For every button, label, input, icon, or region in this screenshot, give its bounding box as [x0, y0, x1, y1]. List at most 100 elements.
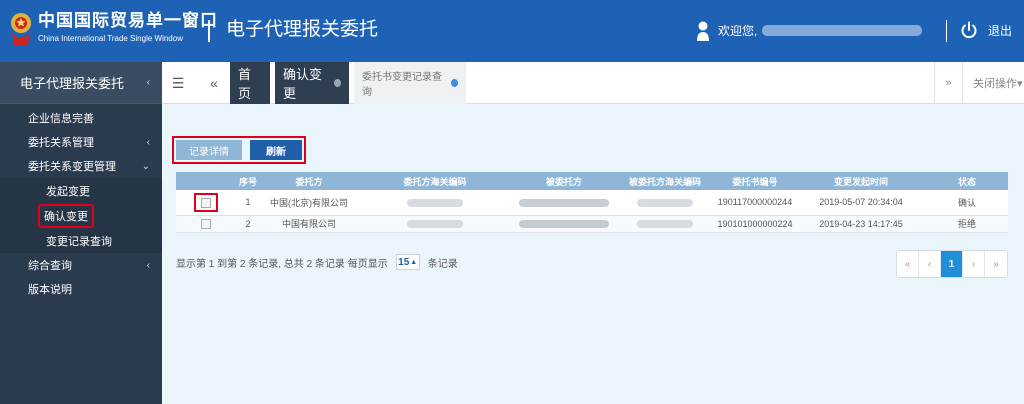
sidebar-item-label: 确认变更: [38, 203, 94, 228]
sidebar-item-label: 变更记录查询: [46, 235, 112, 248]
sidebar-item-label: 发起变更: [46, 185, 90, 198]
sidebar-item-company-info[interactable]: 企业信息完善: [0, 106, 162, 130]
brand[interactable]: 中国国际贸易单一窗口 China International Trade Sin…: [38, 11, 218, 45]
menu-toggle-icon[interactable]: ☰: [162, 62, 194, 104]
tab-change-record-query[interactable]: 委托书变更记录查询: [354, 62, 466, 104]
tab-label: 确认变更: [283, 67, 323, 101]
row-select-cell: [176, 190, 236, 216]
row-client-code: [358, 215, 512, 233]
chevron-down-icon: ⌄: [141, 160, 150, 172]
header-divider-right: [946, 20, 947, 42]
row-client: 中国有限公司: [260, 215, 358, 233]
redacted-value: [407, 198, 463, 207]
row-checkbox[interactable]: [201, 197, 211, 208]
chevron-left-icon: ‹: [146, 259, 150, 271]
row-client: 中国(北京)有限公司: [260, 190, 358, 216]
row-agent-code: [616, 215, 714, 233]
refresh-button[interactable]: 刷新: [250, 140, 302, 160]
last-page-button[interactable]: »: [985, 251, 1007, 277]
close-operations-dropdown[interactable]: 关闭操作 ▾: [962, 62, 1024, 104]
close-icon[interactable]: [450, 79, 458, 87]
logout-link[interactable]: 退出: [988, 22, 1012, 40]
row-change-time: 2019-04-23 14:17:45: [796, 215, 926, 233]
sidebar-item-query[interactable]: 综合查询 ‹: [0, 253, 162, 277]
caret-up-icon: ▲: [410, 258, 418, 266]
sidebar-subitem-initiate-change[interactable]: 发起变更: [0, 178, 162, 203]
col-client-code[interactable]: 委托方海关编码: [358, 172, 512, 190]
page-1-button[interactable]: 1: [941, 251, 963, 277]
row-select-cell: [176, 215, 236, 233]
row-agent-code: [616, 190, 714, 216]
row-change-time: 2019-05-07 20:34:04: [796, 190, 926, 216]
col-change-time[interactable]: 变更发起时间: [796, 172, 926, 190]
row-index: 1: [236, 190, 260, 216]
sidebar-header[interactable]: 电子代理报关委托 ‹: [0, 62, 162, 104]
row-checkbox[interactable]: [201, 218, 211, 229]
header-divider: [208, 20, 210, 42]
welcome-text: 欢迎您,: [718, 24, 758, 38]
row-agent: [512, 190, 616, 216]
record-detail-button[interactable]: 记录详情: [176, 140, 242, 160]
close-icon[interactable]: [333, 79, 341, 87]
sidebar-item-version[interactable]: 版本说明: [0, 277, 162, 301]
main-content: 记录详情 刷新 序号 委托方 委托方海关编码 被委托方 被委托方海关编码 委托书…: [162, 104, 1024, 404]
row-client-code: [358, 190, 512, 216]
redacted-value: [637, 198, 693, 207]
chevron-left-icon[interactable]: ‹: [147, 77, 150, 88]
top-header: 中国国际贸易单一窗口 China International Trade Sin…: [0, 0, 1024, 62]
next-page-button[interactable]: ›: [963, 251, 985, 277]
pagination: « ‹ 1 › »: [896, 250, 1008, 278]
sidebar-menu: 企业信息完善 委托关系管理 ‹ 委托关系变更管理 ⌄ 发起变更 确认变更 变更记…: [0, 104, 162, 301]
redacted-value: [519, 198, 609, 207]
sidebar-subitem-confirm-change[interactable]: 确认变更: [0, 203, 162, 228]
chevron-left-icon: ‹: [146, 136, 150, 148]
row-contract-no: 190101000000224: [714, 215, 796, 233]
redacted-value: [407, 220, 463, 229]
pagination-summary: 显示第 1 到第 2 条记录, 总共 2 条记录 每页显示: [176, 258, 388, 270]
sidebar-title: 电子代理报关委托: [20, 76, 125, 91]
change-records-table: 序号 委托方 委托方海关编码 被委托方 被委托方海关编码 委托书编号 变更发起时…: [176, 172, 1008, 233]
redacted-value: [519, 220, 609, 229]
col-status[interactable]: 状态: [926, 172, 1008, 190]
sidebar-subitem-change-records[interactable]: 变更记录查询: [0, 228, 162, 253]
table-row[interactable]: 1 中国(北京)有限公司 190117000000244 2019-05-07 …: [176, 190, 1008, 216]
sidebar-item-label: 委托关系管理: [28, 137, 94, 149]
tab-label: 委托书变更记录查询: [362, 72, 442, 98]
col-select: [176, 172, 236, 190]
table-header-row: 序号 委托方 委托方海关编码 被委托方 被委托方海关编码 委托书编号 变更发起时…: [176, 172, 1008, 190]
caret-down-icon: ▾: [1017, 77, 1023, 90]
tab-bar: ☰ « 首页 确认变更 委托书变更记录查询 » 关闭操作 ▾: [162, 62, 1024, 104]
user-name-redacted: [762, 25, 922, 36]
pagination-suffix: 条记录: [427, 258, 458, 270]
first-page-button[interactable]: «: [897, 251, 919, 277]
sidebar-item-relation-manage[interactable]: 委托关系管理 ‹: [0, 130, 162, 154]
tab-confirm-change[interactable]: 确认变更: [275, 62, 349, 104]
scroll-tabs-right-icon[interactable]: »: [934, 62, 962, 104]
sidebar-item-change-manage[interactable]: 委托关系变更管理 ⌄: [0, 154, 162, 178]
col-agent-code[interactable]: 被委托方海关编码: [616, 172, 714, 190]
row-agent: [512, 215, 616, 233]
sidebar-item-label: 版本说明: [28, 284, 72, 296]
sidebar-item-label: 企业信息完善: [28, 113, 94, 125]
national-emblem-icon: [11, 13, 31, 45]
table-row[interactable]: 2 中国有限公司 190101000000224 2019-04-23 14:1…: [176, 215, 1008, 233]
pagination-info: 显示第 1 到第 2 条记录, 总共 2 条记录 每页显示 15 ▲ 条记录: [176, 254, 458, 270]
col-index[interactable]: 序号: [236, 172, 260, 190]
row-index: 2: [236, 215, 260, 233]
sidebar: 电子代理报关委托 ‹ 企业信息完善 委托关系管理 ‹ 委托关系变更管理 ⌄ 发起…: [0, 62, 162, 404]
col-contract-no[interactable]: 委托书编号: [714, 172, 796, 190]
scroll-tabs-left-icon[interactable]: «: [198, 62, 230, 104]
power-icon[interactable]: [960, 21, 978, 39]
col-agent[interactable]: 被委托方: [512, 172, 616, 190]
brand-name-en: China International Trade Single Window: [38, 34, 183, 43]
toolbar: 记录详情 刷新: [172, 136, 306, 164]
row-checkbox-highlight: [194, 192, 218, 212]
close-operations-label: 关闭操作: [973, 78, 1017, 90]
page-size-select[interactable]: 15 ▲: [395, 254, 420, 270]
page-size-value: 15: [398, 256, 410, 268]
prev-page-button[interactable]: ‹: [919, 251, 941, 277]
col-client[interactable]: 委托方: [260, 172, 358, 190]
row-status: 确认: [926, 190, 1008, 216]
tab-home[interactable]: 首页: [230, 62, 270, 104]
redacted-value: [637, 220, 693, 229]
